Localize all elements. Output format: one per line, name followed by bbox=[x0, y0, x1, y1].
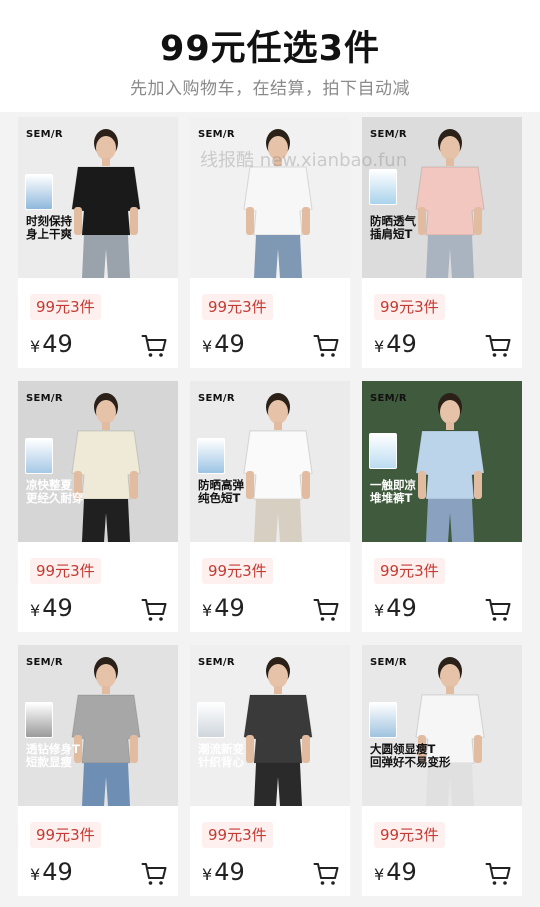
product-price: ¥49 bbox=[374, 858, 417, 886]
promo-tag: 99元3件 bbox=[374, 294, 445, 320]
product-card[interactable]: SEM/R 一触即凉 堆堆裤T 99元3件 ¥49 bbox=[362, 381, 522, 632]
currency-symbol: ¥ bbox=[202, 865, 213, 884]
page-header: 99元任选3件 先加入购物车，在结算，拍下自动减 bbox=[0, 0, 540, 112]
brand-logo: SEM/R bbox=[198, 129, 235, 140]
currency-symbol: ¥ bbox=[30, 601, 41, 620]
currency-symbol: ¥ bbox=[374, 337, 385, 356]
fabric-badge-icon bbox=[25, 438, 53, 474]
promo-tag: 99元3件 bbox=[202, 558, 273, 584]
brand-logo: SEM/R bbox=[26, 657, 63, 668]
page-subtitle: 先加入购物车，在结算，拍下自动减 bbox=[130, 79, 410, 99]
fabric-badge-icon bbox=[197, 438, 225, 474]
shopping-cart-icon[interactable] bbox=[313, 334, 339, 358]
product-card[interactable]: SEM/R 时刻保持 身上干爽 99元3件 ¥49 bbox=[18, 117, 178, 368]
fabric-badge-icon bbox=[369, 702, 397, 738]
shopping-cart-icon[interactable] bbox=[141, 334, 167, 358]
product-price: ¥49 bbox=[30, 594, 73, 622]
product-slogan: 透钻修身T 短款显瘦 bbox=[26, 742, 80, 769]
promo-tag: 99元3件 bbox=[30, 822, 101, 848]
product-price: ¥49 bbox=[202, 594, 245, 622]
currency-symbol: ¥ bbox=[202, 337, 213, 356]
shopping-cart-icon[interactable] bbox=[313, 598, 339, 622]
product-photo[interactable]: SEM/R 一触即凉 堆堆裤T bbox=[362, 381, 522, 542]
product-slogan: 凉快整夏 更经久耐穿 bbox=[26, 478, 84, 505]
product-card[interactable]: SEM/R 透钻修身T 短款显瘦 99元3件 ¥49 bbox=[18, 645, 178, 896]
product-card[interactable]: SEM/R 99元3件 ¥49 bbox=[190, 117, 350, 368]
promo-tag: 99元3件 bbox=[374, 822, 445, 848]
promo-tag: 99元3件 bbox=[202, 822, 273, 848]
product-slogan: 防晒透气 插肩短T bbox=[370, 214, 416, 241]
brand-logo: SEM/R bbox=[198, 393, 235, 404]
product-photo[interactable]: SEM/R bbox=[190, 117, 350, 278]
product-price: ¥49 bbox=[202, 858, 245, 886]
brand-logo: SEM/R bbox=[370, 393, 407, 404]
price-amount: 49 bbox=[214, 858, 245, 886]
product-price: ¥49 bbox=[30, 330, 73, 358]
shopping-cart-icon[interactable] bbox=[141, 598, 167, 622]
price-amount: 49 bbox=[42, 858, 73, 886]
promo-tag: 99元3件 bbox=[30, 558, 101, 584]
product-slogan: 时刻保持 身上干爽 bbox=[26, 214, 72, 241]
price-amount: 49 bbox=[42, 594, 73, 622]
product-card[interactable]: SEM/R 防晒高弹 纯色短T 99元3件 ¥49 bbox=[190, 381, 350, 632]
brand-logo: SEM/R bbox=[198, 657, 235, 668]
product-card[interactable]: SEM/R 凉快整夏 更经久耐穿 99元3件 ¥49 bbox=[18, 381, 178, 632]
brand-logo: SEM/R bbox=[26, 129, 63, 140]
shopping-cart-icon[interactable] bbox=[485, 598, 511, 622]
product-photo[interactable]: SEM/R 大圆领显瘦T 回弹好不易变形 bbox=[362, 645, 522, 806]
currency-symbol: ¥ bbox=[374, 865, 385, 884]
product-photo[interactable]: SEM/R 防晒高弹 纯色短T bbox=[190, 381, 350, 542]
product-slogan: 大圆领显瘦T 回弹好不易变形 bbox=[370, 742, 451, 769]
model-figure bbox=[243, 129, 313, 278]
shopping-cart-icon[interactable] bbox=[141, 862, 167, 886]
price-amount: 49 bbox=[386, 594, 417, 622]
product-card[interactable]: SEM/R 防晒透气 插肩短T 99元3件 ¥49 bbox=[362, 117, 522, 368]
brand-logo: SEM/R bbox=[26, 393, 63, 404]
price-amount: 49 bbox=[386, 858, 417, 886]
promo-tag: 99元3件 bbox=[202, 294, 273, 320]
product-photo[interactable]: SEM/R 凉快整夏 更经久耐穿 bbox=[18, 381, 178, 542]
promo-tag: 99元3件 bbox=[30, 294, 101, 320]
product-price: ¥49 bbox=[202, 330, 245, 358]
product-price: ¥49 bbox=[374, 330, 417, 358]
page-title: 99元任选3件 bbox=[159, 29, 381, 69]
currency-symbol: ¥ bbox=[30, 865, 41, 884]
fabric-badge-icon bbox=[25, 174, 53, 210]
shopping-cart-icon[interactable] bbox=[485, 862, 511, 886]
product-slogan: 一触即凉 堆堆裤T bbox=[370, 478, 416, 505]
currency-symbol: ¥ bbox=[374, 601, 385, 620]
product-price: ¥49 bbox=[374, 594, 417, 622]
price-amount: 49 bbox=[42, 330, 73, 358]
product-card[interactable]: SEM/R 大圆领显瘦T 回弹好不易变形 99元3件 ¥49 bbox=[362, 645, 522, 896]
fabric-badge-icon bbox=[369, 169, 397, 205]
currency-symbol: ¥ bbox=[202, 601, 213, 620]
product-slogan: 潮流新变 针织背心 bbox=[198, 742, 244, 769]
product-slogan: 防晒高弹 纯色短T bbox=[198, 478, 244, 505]
product-photo[interactable]: SEM/R 潮流新变 针织背心 bbox=[190, 645, 350, 806]
product-card[interactable]: SEM/R 潮流新变 针织背心 99元3件 ¥49 bbox=[190, 645, 350, 896]
fabric-badge-icon bbox=[369, 433, 397, 469]
product-photo[interactable]: SEM/R 透钻修身T 短款显瘦 bbox=[18, 645, 178, 806]
product-photo[interactable]: SEM/R 防晒透气 插肩短T bbox=[362, 117, 522, 278]
promo-tag: 99元3件 bbox=[374, 558, 445, 584]
brand-logo: SEM/R bbox=[370, 657, 407, 668]
shopping-cart-icon[interactable] bbox=[313, 862, 339, 886]
price-amount: 49 bbox=[214, 330, 245, 358]
currency-symbol: ¥ bbox=[30, 337, 41, 356]
shopping-cart-icon[interactable] bbox=[485, 334, 511, 358]
price-amount: 49 bbox=[386, 330, 417, 358]
product-price: ¥49 bbox=[30, 858, 73, 886]
price-amount: 49 bbox=[214, 594, 245, 622]
fabric-badge-icon bbox=[25, 702, 53, 738]
fabric-badge-icon bbox=[197, 702, 225, 738]
brand-logo: SEM/R bbox=[370, 129, 407, 140]
product-photo[interactable]: SEM/R 时刻保持 身上干爽 bbox=[18, 117, 178, 278]
